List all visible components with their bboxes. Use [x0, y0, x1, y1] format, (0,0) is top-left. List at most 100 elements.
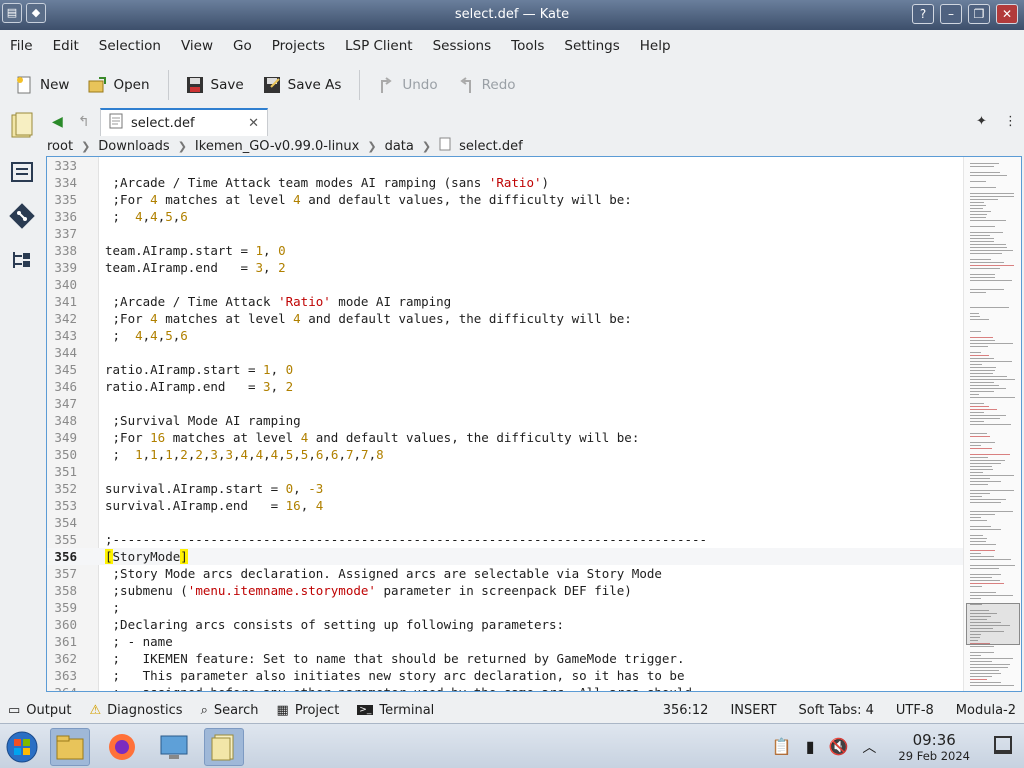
help-icon[interactable]: ?: [912, 4, 934, 24]
encoding[interactable]: UTF-8: [896, 703, 934, 718]
forward-arrow-icon[interactable]: ↰: [78, 114, 90, 130]
tab-menu-icon[interactable]: ⋮: [1004, 114, 1017, 129]
new-button[interactable]: New: [14, 75, 69, 95]
undo-button[interactable]: Undo: [376, 75, 438, 95]
menu-tools[interactable]: Tools: [511, 38, 544, 54]
code-line[interactable]: 333: [47, 157, 965, 174]
system-settings-task[interactable]: [154, 728, 194, 766]
save-as-button[interactable]: Save As: [262, 75, 341, 95]
tab-select-def[interactable]: select.def ✕: [100, 108, 268, 136]
code-line[interactable]: 352 survival.AIramp.start = 0, -3: [47, 480, 965, 497]
minimize-button[interactable]: –: [940, 4, 962, 24]
start-menu-button[interactable]: [2, 728, 42, 766]
clock[interactable]: 09:36 29 Feb 2024: [898, 731, 970, 763]
line-number: 337: [54, 226, 77, 241]
code-line[interactable]: 338 team.AIramp.start = 1, 0: [47, 242, 965, 259]
input-mode[interactable]: INSERT: [730, 703, 776, 718]
code-line[interactable]: 361 ; - name: [47, 633, 965, 650]
symbols-outline-icon[interactable]: [8, 158, 36, 186]
menu-help[interactable]: Help: [640, 38, 671, 54]
search-panel-button[interactable]: ⌕ Search: [201, 703, 259, 718]
syntax-mode[interactable]: Modula-2: [956, 703, 1016, 718]
line-text: ;---------------------------------------…: [105, 532, 708, 547]
code-line[interactable]: 335 ;For 4 matches at level 4 and defaul…: [47, 191, 965, 208]
project-tree-icon[interactable]: [8, 246, 36, 274]
project-panel-button[interactable]: ▦ Project: [277, 703, 340, 718]
code-line[interactable]: 360 ;Declaring arcs consists of setting …: [47, 616, 965, 633]
code-line[interactable]: 341 ;Arcade / Time Attack 'Ratio' mode A…: [47, 293, 965, 310]
menu-file[interactable]: File: [10, 38, 33, 54]
documents-icon[interactable]: [8, 112, 36, 140]
code-line[interactable]: 343 ; 4,4,5,6: [47, 327, 965, 344]
minimap-line: [970, 217, 986, 218]
code-line[interactable]: 362 ; IKEMEN feature: Set to name that s…: [47, 650, 965, 667]
menu-edit[interactable]: Edit: [53, 38, 79, 54]
volume-muted-icon[interactable]: 🔇: [829, 737, 849, 756]
code-line[interactable]: 340: [47, 276, 965, 293]
file-manager-task[interactable]: [50, 728, 90, 766]
close-window-button[interactable]: ✕: [996, 4, 1018, 24]
menu-view[interactable]: View: [181, 38, 213, 54]
menu-settings[interactable]: Settings: [564, 38, 619, 54]
firefox-task[interactable]: [102, 728, 142, 766]
line-number: 357: [54, 566, 77, 581]
code-line[interactable]: 342 ;For 4 matches at level 4 and defaul…: [47, 310, 965, 327]
menu-sessions[interactable]: Sessions: [433, 38, 492, 54]
code-line[interactable]: 356 [StoryMode]: [47, 548, 965, 565]
redo-button[interactable]: Redo: [456, 75, 516, 95]
menu-selection[interactable]: Selection: [99, 38, 161, 54]
save-button[interactable]: Save: [185, 75, 244, 95]
open-button[interactable]: Open: [87, 75, 150, 95]
code-line[interactable]: 346 ratio.AIramp.end = 3, 2: [47, 378, 965, 395]
code-line[interactable]: 348 ;Survival Mode AI ramping: [47, 412, 965, 429]
back-arrow-icon[interactable]: ◀: [52, 114, 63, 130]
code-line[interactable]: 337: [47, 225, 965, 242]
menu-projects[interactable]: Projects: [272, 38, 325, 54]
code-lines[interactable]: 333 334 ;Arcade / Time Attack team modes …: [47, 157, 965, 691]
maximize-button[interactable]: ❐: [968, 4, 990, 24]
code-line[interactable]: 345 ratio.AIramp.start = 1, 0: [47, 361, 965, 378]
minimap[interactable]: [963, 157, 1021, 691]
code-line[interactable]: 363 ; This parameter also initiates new …: [47, 667, 965, 684]
breadcrumb-item[interactable]: select.def: [459, 139, 523, 154]
terminal-panel-button[interactable]: >_ Terminal: [357, 703, 434, 718]
code-line[interactable]: 344: [47, 344, 965, 361]
minimap-viewport[interactable]: [966, 603, 1020, 645]
diagnostics-panel-button[interactable]: ⚠ Diagnostics: [89, 703, 182, 718]
code-line[interactable]: 350 ; 1,1,1,2,2,3,3,4,4,4,5,5,6,6,7,7,8: [47, 446, 965, 463]
breadcrumb-item[interactable]: data: [385, 139, 414, 154]
output-panel-button[interactable]: ▭ Output: [8, 703, 71, 718]
close-tab-icon[interactable]: ✕: [248, 116, 259, 131]
code-line[interactable]: 359 ;: [47, 599, 965, 616]
clipboard-icon[interactable]: 📋: [772, 737, 792, 756]
menu-go[interactable]: Go: [233, 38, 252, 54]
pin-icon[interactable]: ✦: [976, 114, 987, 129]
indentation-setting[interactable]: Soft Tabs: 4: [799, 703, 874, 718]
menu-lsp-client[interactable]: LSP Client: [345, 38, 413, 54]
code-line[interactable]: 334 ;Arcade / Time Attack team modes AI …: [47, 174, 965, 191]
code-line[interactable]: 355 ;------------------------------------…: [47, 531, 965, 548]
code-line[interactable]: 339 team.AIramp.end = 3, 2: [47, 259, 965, 276]
show-desktop-icon[interactable]: [994, 736, 1012, 754]
code-line[interactable]: 347: [47, 395, 965, 412]
minimap-line: [970, 568, 999, 569]
line-number: 361: [54, 634, 77, 649]
code-line[interactable]: 351: [47, 463, 965, 480]
breadcrumb-item[interactable]: Downloads: [98, 139, 169, 154]
code-line[interactable]: 357 ;Story Mode arcs declaration. Assign…: [47, 565, 965, 582]
git-icon[interactable]: [8, 202, 36, 230]
code-line[interactable]: 336 ; 4,4,5,6: [47, 208, 965, 225]
battery-icon[interactable]: ▮: [806, 737, 815, 756]
code-editor[interactable]: 333 334 ;Arcade / Time Attack team modes …: [46, 156, 1022, 692]
breadcrumb-item[interactable]: root: [47, 139, 73, 154]
code-line[interactable]: 353 survival.AIramp.end = 16, 4: [47, 497, 965, 514]
code-line[interactable]: 349 ;For 16 matches at level 4 and defau…: [47, 429, 965, 446]
minimap-line: [970, 235, 990, 236]
breadcrumb-item[interactable]: Ikemen_GO-v0.99.0-linux: [195, 139, 359, 154]
kate-task[interactable]: [204, 728, 244, 766]
code-line[interactable]: 364 ; assigned before any other paramete…: [47, 684, 965, 691]
code-line[interactable]: 354: [47, 514, 965, 531]
chevron-up-icon[interactable]: ︿: [862, 737, 876, 757]
code-line[interactable]: 358 ;submenu ('menu.itemname.storymode' …: [47, 582, 965, 599]
cursor-position[interactable]: 356:12: [663, 703, 709, 718]
